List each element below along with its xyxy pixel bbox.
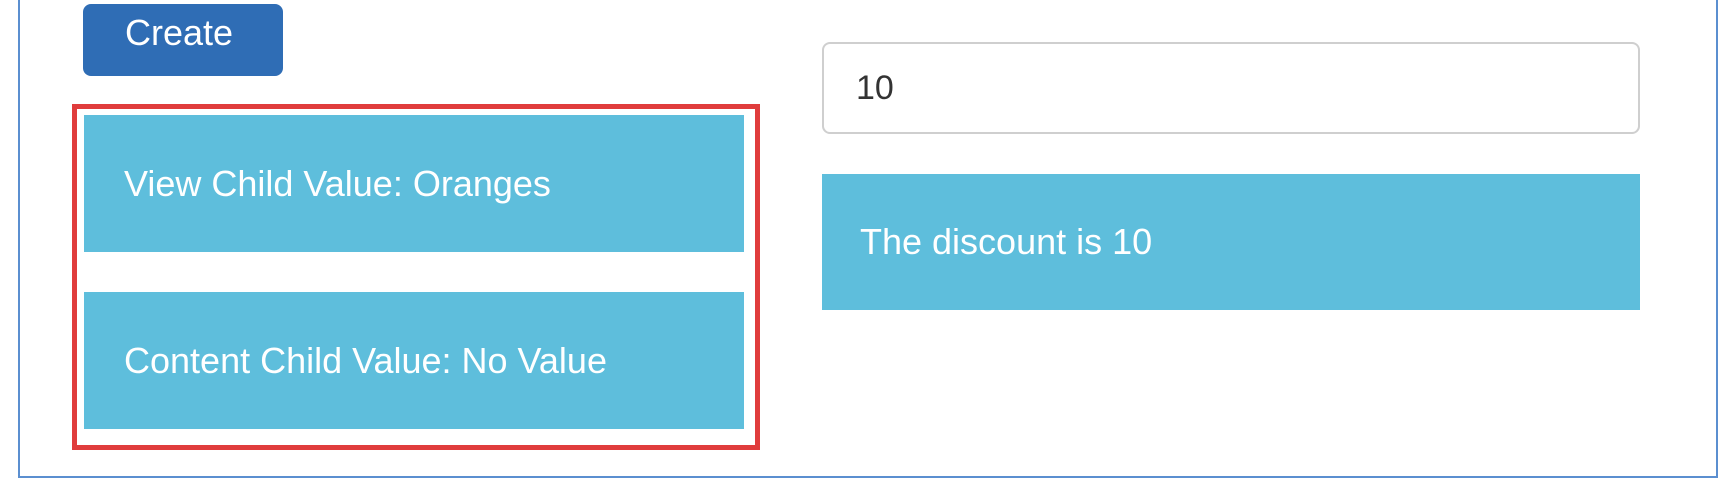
content-child-panel: Content Child Value: No Value xyxy=(84,292,744,429)
create-button[interactable]: Create xyxy=(83,4,283,76)
discount-message-panel: The discount is 10 xyxy=(822,174,1640,310)
discount-input[interactable] xyxy=(822,42,1640,134)
view-child-panel: View Child Value: Oranges xyxy=(84,115,744,252)
